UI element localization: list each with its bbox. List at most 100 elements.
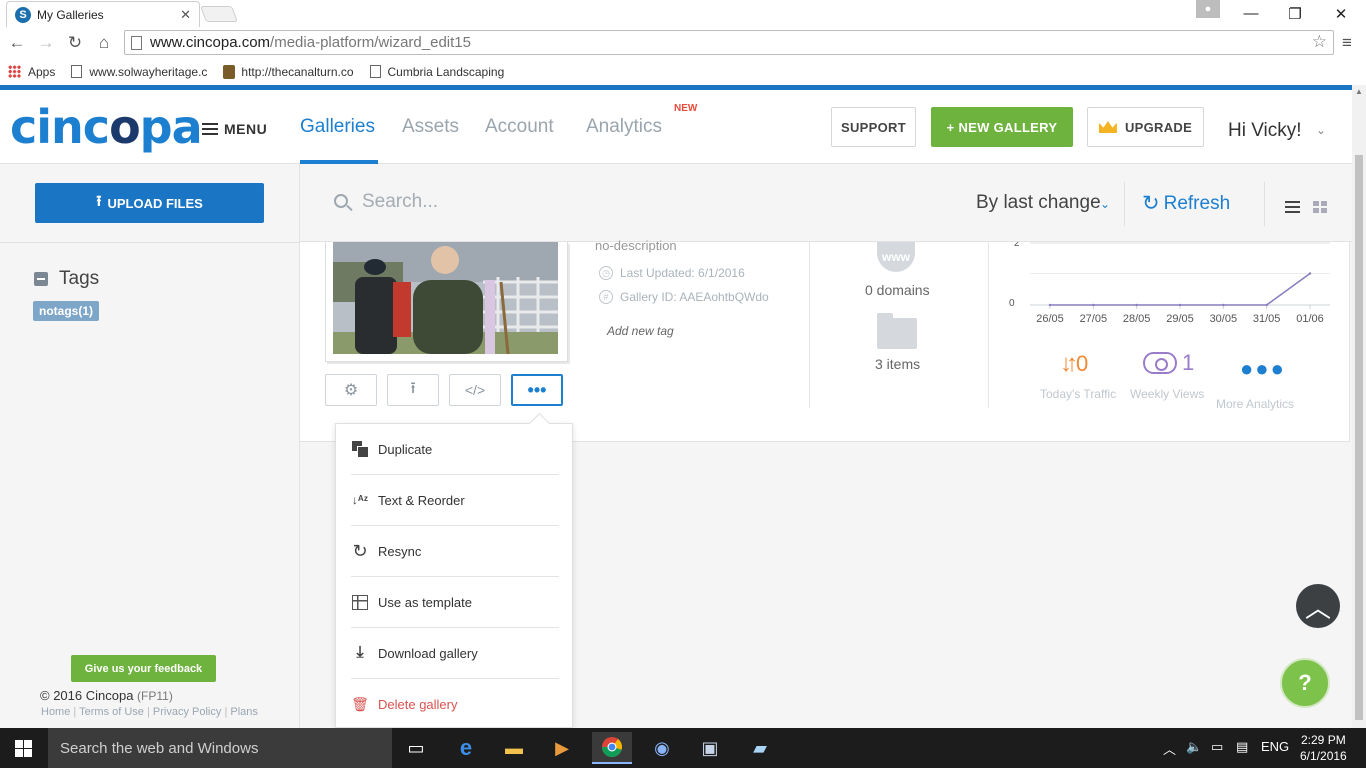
forward-icon[interactable]: →: [35, 32, 57, 54]
bookmark-star-icon[interactable]: ☆: [1312, 32, 1327, 52]
url-path: /media-platform/wizard_edit15: [270, 34, 471, 51]
user-greeting[interactable]: Hi Vicky!: [1228, 120, 1302, 142]
template-icon: [352, 594, 368, 610]
www-globe-icon: www: [877, 242, 915, 272]
page-scrollbar[interactable]: ▲: [1352, 85, 1366, 728]
new-gallery-button[interactable]: + NEW GALLERY: [931, 107, 1073, 147]
tag-chip-notags[interactable]: notags(1): [33, 301, 99, 321]
upload-files-button[interactable]: ⭱ UPLOAD FILES: [35, 183, 264, 223]
windows-taskbar: Search the web and Windows ▭ e ▬ ▶ ◉ ▣ ▰…: [0, 728, 1366, 768]
new-badge: NEW: [674, 103, 698, 114]
traffic-chart-svg: 2 0 26/05 27/05 28/05 29/05 30/05 31/05 01/06: [1009, 238, 1330, 325]
footer-link-plans[interactable]: Plans: [230, 706, 258, 718]
more-analytics-label[interactable]: More Analytics: [1216, 397, 1294, 411]
add-tag-link[interactable]: Add new tag: [607, 324, 674, 338]
chart-x-tick-label: 27/05: [1080, 313, 1108, 325]
media-player-icon[interactable]: ▶: [542, 732, 582, 764]
volume-icon[interactable]: 🔈: [1186, 739, 1202, 755]
help-chat-button[interactable]: ?: [1280, 658, 1330, 708]
gallery-upload-button[interactable]: ⭱: [387, 374, 439, 406]
address-bar[interactable]: www.cincopa.com/media-platform/wizard_ed…: [124, 30, 1334, 55]
action-center-icon[interactable]: ▤: [1236, 739, 1248, 755]
sort-select[interactable]: By last change: [976, 192, 1101, 214]
refresh-button[interactable]: ↻ Refresh: [1142, 191, 1230, 216]
menu-item-download[interactable]: ⤓ Download gallery: [351, 628, 559, 679]
network-icon[interactable]: ▭: [1211, 739, 1223, 755]
footer-link-terms[interactable]: Terms of Use: [79, 706, 144, 718]
tab-close-icon[interactable]: ✕: [180, 7, 191, 23]
tray-chevron-up-icon[interactable]: ︿: [1163, 739, 1176, 758]
todays-traffic[interactable]: ↓↑ 0: [1060, 350, 1088, 378]
feedback-button[interactable]: Give us your feedback: [71, 655, 216, 682]
browser-menu-icon[interactable]: ≡: [1342, 33, 1352, 53]
menu-item-text-reorder[interactable]: ↓ᴬᶻ Text & Reorder: [351, 475, 559, 526]
refresh-icon: ↻: [1142, 192, 1160, 215]
chevron-down-icon[interactable]: ⌄: [1316, 123, 1326, 137]
file-explorer-icon[interactable]: ▬: [494, 732, 534, 764]
footer-link-privacy[interactable]: Privacy Policy: [153, 706, 221, 718]
nav-account[interactable]: Account: [485, 116, 554, 138]
language-indicator[interactable]: ENG: [1261, 739, 1289, 754]
notes-app-icon[interactable]: ▰: [740, 732, 780, 764]
search-input[interactable]: [362, 186, 882, 218]
grid-view-icon[interactable]: [1313, 201, 1327, 213]
list-view-icon[interactable]: [1285, 201, 1300, 213]
chrome-icon[interactable]: [592, 732, 632, 764]
bookmark-apps[interactable]: Apps: [8, 65, 55, 79]
cincopa-favicon-icon: S: [15, 6, 31, 23]
support-button[interactable]: SUPPORT: [831, 107, 916, 147]
scroll-to-top-button[interactable]: ︿: [1296, 584, 1340, 628]
thunderbird-icon[interactable]: ◉: [642, 732, 682, 764]
items-count[interactable]: 3 items: [875, 356, 920, 372]
weekly-views[interactable]: 1: [1143, 350, 1194, 376]
upgrade-button[interactable]: UPGRADE: [1087, 107, 1204, 147]
footer-link-home[interactable]: Home: [41, 706, 70, 718]
clock-date: 6/1/2016: [1300, 749, 1347, 763]
nav-galleries[interactable]: Galleries: [300, 116, 375, 138]
gallery-embed-button[interactable]: </>: [449, 374, 501, 406]
chart-x-tick-label: 31/05: [1253, 313, 1281, 325]
more-analytics-icon[interactable]: ●●●: [1240, 356, 1286, 382]
nav-assets[interactable]: Assets: [402, 116, 459, 138]
chart-y-tick-max: 2: [1014, 242, 1020, 249]
edge-icon[interactable]: e: [446, 732, 486, 764]
cincopa-logo[interactable]: cincopa: [10, 100, 203, 154]
gallery-thumbnail[interactable]: [325, 242, 568, 362]
windows-start-icon[interactable]: [15, 740, 32, 757]
chart-series-line: [1050, 272, 1311, 306]
menu-item-delete[interactable]: 🗑 Delete gallery: [351, 679, 559, 730]
menu-button[interactable]: MENU: [202, 121, 267, 137]
bookmark-solwayheritage[interactable]: www.solwayheritage.c: [71, 65, 207, 79]
bookmark-cumbria-landscaping[interactable]: Cumbria Landscaping: [369, 65, 504, 79]
home-icon[interactable]: ⌂: [93, 32, 115, 54]
new-tab-button[interactable]: [200, 6, 238, 22]
chart-point: [1265, 303, 1268, 307]
task-view-icon[interactable]: ▭: [396, 732, 436, 764]
scroll-up-icon[interactable]: ▲: [1355, 87, 1363, 96]
search-icon: [334, 194, 348, 208]
menu-item-use-template[interactable]: Use as template: [351, 577, 559, 628]
browser-tab[interactable]: S My Galleries ✕: [6, 1, 200, 27]
nav-analytics[interactable]: Analytics: [586, 116, 662, 138]
browser-user-icon[interactable]: ●: [1196, 0, 1220, 18]
sidebar: ⭱ UPLOAD FILES Tags notags(1) Give us yo…: [0, 164, 300, 728]
menu-item-resync[interactable]: ↻ Resync: [351, 526, 559, 577]
restore-icon[interactable]: ❐: [1272, 0, 1318, 27]
desktop-app-icon[interactable]: ▣: [690, 732, 730, 764]
gallery-settings-button[interactable]: ⚙: [325, 374, 377, 406]
chevron-down-icon[interactable]: ⌄: [1100, 197, 1110, 211]
close-window-icon[interactable]: ✕: [1318, 0, 1364, 27]
menu-item-duplicate[interactable]: Duplicate: [351, 424, 559, 475]
taskbar-search[interactable]: Search the web and Windows: [48, 728, 392, 768]
taskbar-clock[interactable]: 2:29 PM 6/1/2016: [1300, 732, 1347, 764]
domains-count[interactable]: 0 domains: [865, 282, 930, 298]
reload-icon[interactable]: ↻: [64, 32, 86, 54]
back-icon[interactable]: ←: [6, 32, 28, 54]
gallery-more-button[interactable]: •••: [511, 374, 563, 406]
minimize-icon[interactable]: —: [1228, 0, 1274, 27]
copyright: © 2016 Cincopa (FP11): [40, 688, 173, 703]
bookmark-canalturn[interactable]: http://thecanalturn.co: [223, 64, 354, 79]
chart-point: [1222, 303, 1225, 307]
more-dots-icon: •••: [527, 379, 547, 400]
scrollbar-thumb[interactable]: [1355, 155, 1363, 720]
